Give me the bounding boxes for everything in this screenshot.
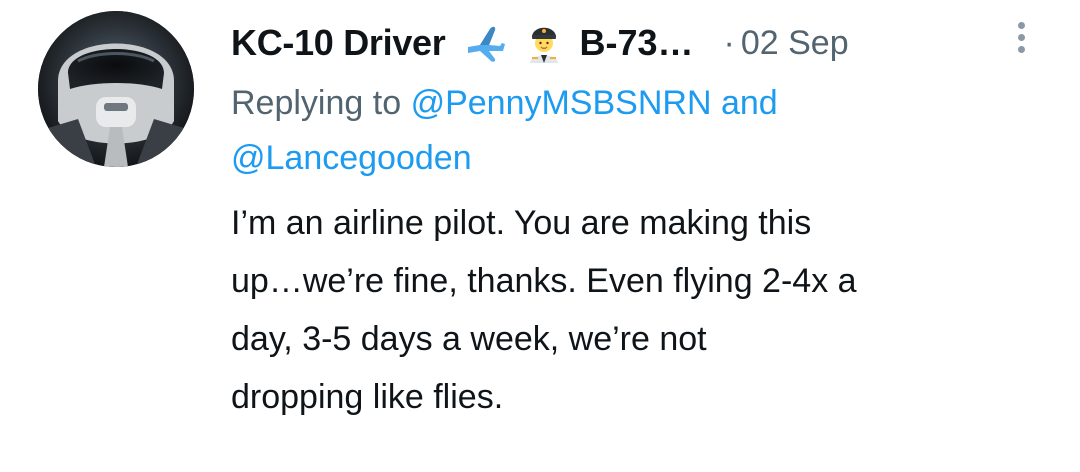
mention-joiner[interactable]: and bbox=[721, 84, 778, 122]
replying-to-prefix: Replying to bbox=[231, 84, 402, 122]
tweet-text-line: I’m an airline pilot. You are making thi… bbox=[231, 204, 812, 242]
more-options-icon[interactable] bbox=[1011, 18, 1031, 62]
tweet-header: KC-10 Driver B-73… · 02 Sep bbox=[231, 18, 1051, 68]
tweet-text-line: day, 3-5 days a week, we’re not bbox=[231, 320, 707, 358]
tweet[interactable]: KC-10 Driver B-73… · 02 Sep Replying to … bbox=[0, 0, 1080, 472]
tweet-timestamp[interactable]: 02 Sep bbox=[741, 24, 849, 63]
avatar[interactable] bbox=[38, 11, 194, 167]
replying-to-line: Replying to @PennyMSBSNRN and @Lancegood… bbox=[231, 76, 1051, 186]
pilot-emoji-icon bbox=[522, 21, 566, 65]
airplane-emoji-icon bbox=[462, 21, 506, 65]
tweet-text: I’m an airline pilot. You are making thi… bbox=[231, 194, 1051, 426]
mention-link-1[interactable]: @PennyMSBSNRN bbox=[411, 84, 712, 122]
author-display-name[interactable]: KC-10 Driver bbox=[231, 22, 446, 64]
tweet-text-line: dropping like flies. bbox=[231, 378, 504, 416]
tweet-text-line: up…we’re fine, thanks. Even flying 2-4x … bbox=[231, 262, 857, 300]
author-handle[interactable]: B-73… bbox=[580, 22, 694, 64]
mention-link-2[interactable]: @Lancegooden bbox=[231, 139, 472, 177]
separator-dot: · bbox=[723, 23, 735, 62]
pilot-helmet-icon bbox=[38, 11, 194, 167]
